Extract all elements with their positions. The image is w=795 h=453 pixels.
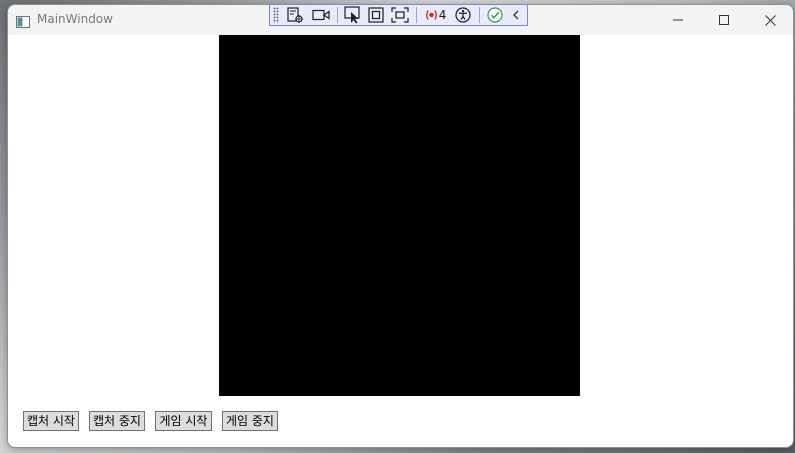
live-visual-tree-button[interactable] (283, 5, 308, 25)
track-focused-element-button[interactable] (389, 5, 412, 25)
chevron-left-icon (513, 10, 519, 20)
accessibility-icon (455, 7, 471, 23)
collapse-toolbar-button[interactable] (506, 5, 527, 25)
toolbar-separator (416, 7, 418, 23)
layout-adorner-icon (368, 7, 384, 23)
live-visual-tree-icon (287, 7, 304, 23)
select-element-button[interactable] (342, 5, 363, 25)
hot-reload-status-button[interactable] (484, 5, 505, 25)
minimize-button[interactable] (655, 5, 701, 35)
video-camera-icon (312, 9, 330, 21)
main-window: MainWindow 캡처 시작 캡처 중지 게임 시작 게임 중지 (7, 4, 794, 448)
binding-failure-icon (425, 10, 437, 20)
record-video-button[interactable] (308, 5, 333, 25)
close-button[interactable] (747, 5, 793, 35)
close-icon (764, 14, 776, 26)
capture-display (219, 35, 580, 396)
track-focus-icon (391, 7, 410, 23)
binding-failures-button[interactable]: 4 (421, 5, 450, 25)
start-capture-button[interactable]: 캡처 시작 (23, 411, 79, 431)
xaml-debug-toolbar: 4 (269, 4, 528, 26)
toolbar-grip-handle[interactable] (273, 7, 279, 23)
app-window-icon (16, 13, 30, 28)
checkmark-circle-icon (487, 7, 503, 23)
select-element-icon (344, 6, 360, 24)
binding-failures-count: 4 (438, 8, 447, 22)
stop-game-button[interactable]: 게임 중지 (222, 411, 278, 431)
window-title: MainWindow (37, 12, 113, 26)
display-layout-adorners-button[interactable] (364, 5, 389, 25)
minimize-icon (673, 19, 683, 21)
accessibility-checker-button[interactable] (450, 5, 475, 25)
stop-capture-button[interactable]: 캡처 중지 (89, 411, 145, 431)
toolbar-separator (479, 7, 481, 23)
start-game-button[interactable]: 게임 시작 (155, 411, 212, 431)
maximize-button[interactable] (701, 5, 747, 35)
toolbar-separator (337, 7, 339, 23)
maximize-icon (719, 15, 729, 25)
